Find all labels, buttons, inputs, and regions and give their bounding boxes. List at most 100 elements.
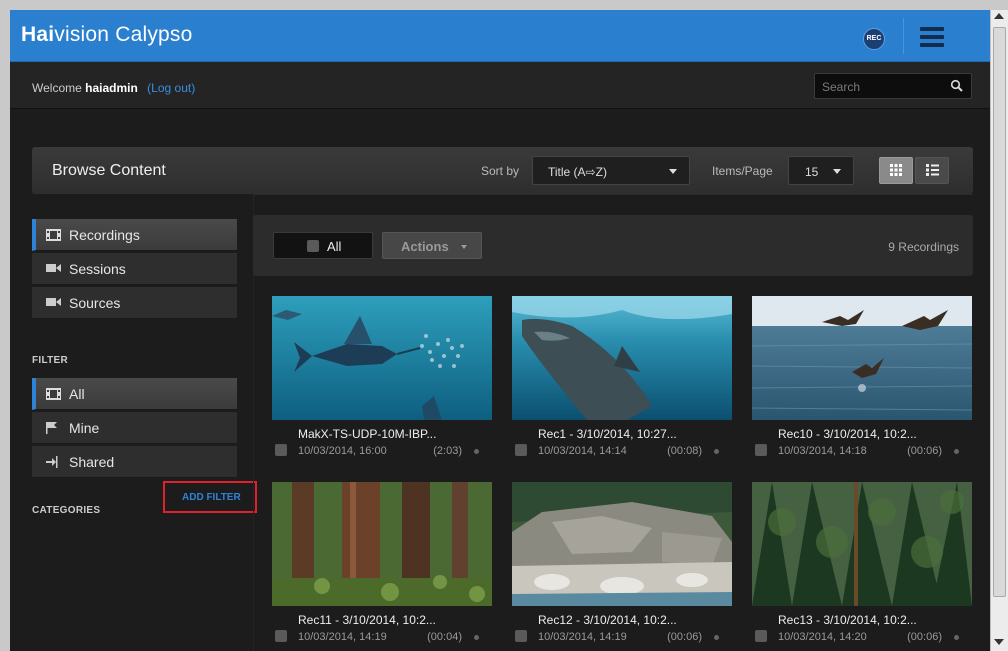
video-thumbnail[interactable] (512, 296, 732, 420)
search-placeholder: Search (822, 80, 861, 94)
sort-by-label: Sort by (481, 164, 520, 178)
grid-view-button[interactable] (879, 157, 913, 184)
recording-card[interactable]: Rec11 - 3/10/2014, 10:2... 10/03/2014, 1… (272, 482, 492, 651)
top-bar: Haivision Calypso REC (10, 10, 990, 62)
share-icon (46, 456, 58, 468)
chevron-down-icon (461, 245, 467, 249)
recording-duration: (00:04) (427, 631, 462, 643)
sidebar-item-recordings[interactable]: Recordings (32, 219, 237, 251)
recording-title[interactable]: Rec1 - 3/10/2014, 10:27... (538, 427, 677, 441)
video-thumbnail[interactable] (272, 482, 492, 606)
video-thumbnail[interactable] (512, 482, 732, 606)
recordings-count: 9 Recordings (888, 240, 959, 254)
checkbox[interactable] (755, 630, 767, 642)
checkbox[interactable] (755, 444, 767, 456)
grid-icon (890, 164, 902, 176)
chevron-down-icon (833, 169, 841, 174)
recording-date: 10/03/2014, 14:19 (298, 631, 387, 643)
sidebar-item-sessions[interactable]: Sessions (32, 253, 237, 285)
list-view-button[interactable] (915, 157, 949, 184)
logout-link[interactable]: (Log out) (147, 81, 195, 95)
filter-heading: FILTER (32, 355, 69, 366)
checkbox[interactable] (275, 630, 287, 642)
app-viewport: Haivision Calypso REC Welcome haiadmin (… (10, 10, 990, 651)
recording-card[interactable]: MakX-TS-UDP-10M-IBP... 10/03/2014, 16:00… (272, 296, 492, 468)
select-all-label: All (327, 239, 342, 254)
recording-card[interactable]: Rec10 - 3/10/2014, 10:2... 10/03/2014, 1… (752, 296, 972, 468)
hamburger-menu-icon[interactable] (920, 27, 944, 47)
recording-card[interactable]: Rec1 - 3/10/2014, 10:27... 10/03/2014, 1… (512, 296, 732, 468)
record-button[interactable]: REC (863, 28, 885, 50)
divider (253, 194, 973, 195)
checkbox[interactable] (307, 240, 319, 252)
video-thumbnail[interactable] (272, 296, 492, 420)
filter-item-label: Mine (69, 420, 100, 436)
items-per-page-value: 15 (805, 165, 819, 179)
checkbox[interactable] (275, 444, 287, 456)
sort-value: Title (A⇨Z) (548, 165, 607, 179)
recording-date: 10/03/2014, 14:18 (778, 445, 867, 457)
actions-label: Actions (401, 239, 449, 254)
camera-icon (46, 264, 61, 272)
recording-date: 10/03/2014, 16:00 (298, 445, 387, 457)
checkbox[interactable] (515, 444, 527, 456)
status-indicator (954, 449, 959, 454)
content-toolbar: All Actions 9 Recordings (253, 215, 973, 276)
add-filter-label: ADD FILTER (182, 492, 241, 503)
browse-content-bar: Browse Content Sort by Title (A⇨Z) Items… (32, 147, 973, 194)
sidebar-item-label: Recordings (69, 227, 140, 243)
search-icon[interactable] (950, 79, 963, 92)
flag-icon (46, 422, 57, 434)
actions-dropdown[interactable]: Actions (382, 232, 482, 259)
recording-date: 10/03/2014, 14:20 (778, 631, 867, 643)
search-input[interactable]: Search (814, 73, 972, 99)
welcome-text: Welcome haiadmin (Log out) (32, 81, 196, 95)
app-logo[interactable]: Haivision Calypso (21, 23, 192, 47)
video-thumbnail[interactable] (752, 296, 972, 420)
filter-item-shared[interactable]: Shared (32, 446, 237, 478)
status-indicator (474, 449, 479, 454)
recording-duration: (00:06) (907, 631, 942, 643)
checkbox[interactable] (515, 630, 527, 642)
scroll-up-arrow-icon[interactable] (994, 13, 1004, 19)
scrollbar[interactable] (990, 10, 1008, 651)
recording-card[interactable]: Rec13 - 3/10/2014, 10:2... 10/03/2014, 1… (752, 482, 972, 651)
recording-date: 10/03/2014, 14:14 (538, 445, 627, 457)
filter-item-mine[interactable]: Mine (32, 412, 237, 444)
status-indicator (714, 449, 719, 454)
items-per-page-label: Items/Page (712, 164, 773, 178)
welcome-bar: Welcome haiadmin (Log out) Search (10, 62, 990, 109)
scroll-down-arrow-icon[interactable] (994, 639, 1004, 645)
status-indicator (474, 635, 479, 640)
username: haiadmin (85, 81, 138, 95)
add-filter-button[interactable]: ADD FILTER (163, 481, 257, 513)
sort-select[interactable]: Title (A⇨Z) (532, 156, 690, 185)
list-icon (926, 164, 939, 176)
film-icon (46, 229, 61, 241)
film-icon (46, 388, 61, 400)
sidebar-item-label: Sources (69, 295, 121, 311)
recording-title[interactable]: Rec11 - 3/10/2014, 10:2... (298, 613, 436, 627)
recording-duration: (2:03) (433, 445, 462, 457)
filter-item-label: Shared (69, 454, 115, 470)
recording-title[interactable]: Rec10 - 3/10/2014, 10:2... (778, 427, 917, 441)
divider (903, 18, 904, 54)
filter-item-all[interactable]: All (32, 378, 237, 410)
recording-duration: (00:08) (667, 445, 702, 457)
sidebar-item-label: Sessions (69, 261, 126, 277)
recording-duration: (00:06) (667, 631, 702, 643)
recording-title[interactable]: MakX-TS-UDP-10M-IBP... (298, 427, 436, 441)
status-indicator (714, 635, 719, 640)
recording-card[interactable]: Rec12 - 3/10/2014, 10:2... 10/03/2014, 1… (512, 482, 732, 651)
sidebar-item-sources[interactable]: Sources (32, 287, 237, 319)
video-thumbnail[interactable] (752, 482, 972, 606)
filter-item-label: All (69, 386, 85, 402)
items-per-page-select[interactable]: 15 (788, 156, 854, 185)
recording-title[interactable]: Rec12 - 3/10/2014, 10:2... (538, 613, 677, 627)
select-all-button[interactable]: All (273, 232, 373, 259)
scrollbar-thumb[interactable] (993, 27, 1006, 597)
recording-title[interactable]: Rec13 - 3/10/2014, 10:2... (778, 613, 917, 627)
recording-date: 10/03/2014, 14:19 (538, 631, 627, 643)
categories-heading: CATEGORIES (32, 505, 101, 516)
chevron-down-icon (669, 169, 677, 174)
